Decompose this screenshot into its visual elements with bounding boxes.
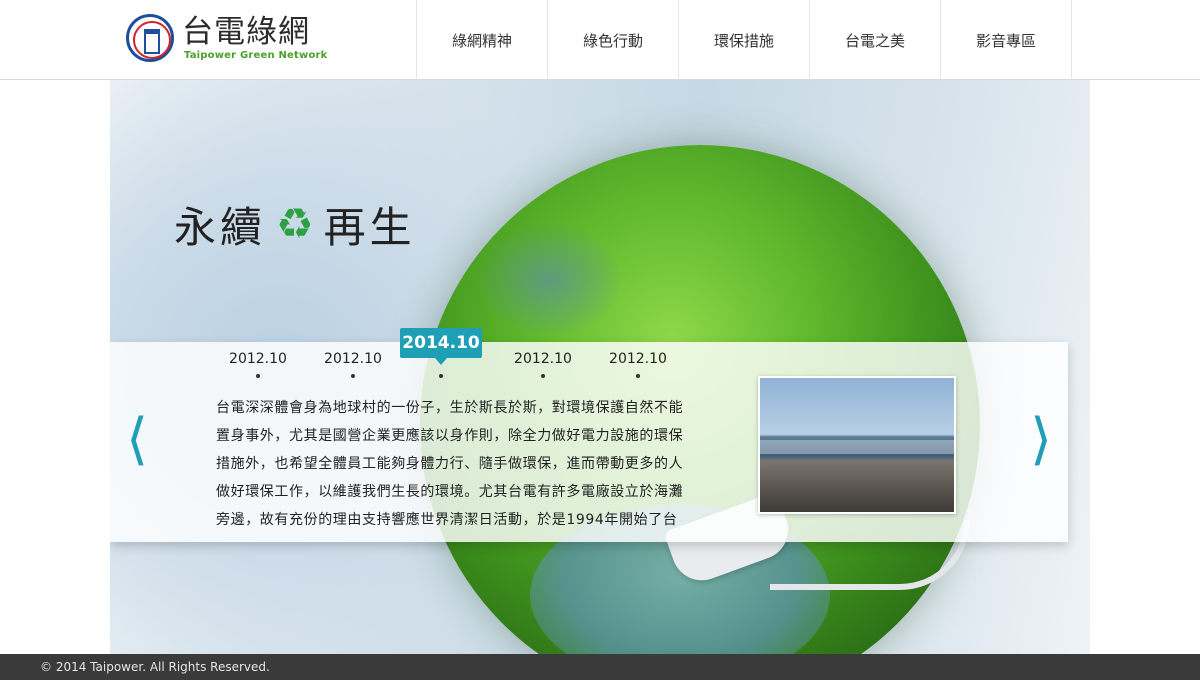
nav-item-green-spirit[interactable]: 綠網精神 [417,0,548,80]
timeline: 2012.10 2012.10 2014.10 2012.10 2012.10 [218,328,678,382]
article-line: 台電深深體會身為地球村的一份子，生於斯長於斯，對環境保護自然不能 [216,400,684,416]
next-arrow-icon[interactable]: ⟩ [1026,400,1056,480]
nav-item-beauty-of-taipower[interactable]: 台電之美 [810,0,941,80]
logo-subtitle: Taipower Green Network [184,50,328,61]
info-band: 2012.10 2012.10 2014.10 2012.10 2012.10 … [110,328,1068,542]
timeline-date-active: 2014.10 [402,333,480,353]
timeline-item[interactable]: 2012.10 [503,350,583,380]
timeline-dot [636,374,640,378]
hero-banner: 永續 ♻ 再生 2012.10 2012.10 2014.10 2012.10 [110,80,1090,654]
logo-title: 台電綠網 [182,14,310,50]
timeline-item[interactable]: 2012.10 [313,350,393,380]
timeline-item[interactable]: 2012.10 [598,350,678,380]
recycle-icon: ♻ [276,199,314,248]
timeline-dot [541,374,545,378]
article-line: 措施外，也希望全體員工能夠身體力行、隨手做環保，進而帶動更多的人 [216,456,684,472]
timeline-item-active[interactable]: 2014.10 [400,328,482,365]
site-header: 台電綠網 Taipower Green Network 綠網精神 綠色行動 環保… [0,0,1200,80]
prev-arrow-icon[interactable]: ⟨ [122,400,152,480]
article-line: 旁邊，故有充份的理由支持響應世界清潔日活動，於是1994年開始了台 [216,512,678,528]
timeline-item[interactable]: 2012.10 [218,350,298,380]
timeline-dot [256,374,260,378]
beach-photo[interactable] [758,376,956,514]
hero-tagline: 永續 ♻ 再生 [174,194,416,254]
taipower-emblem-icon [126,14,174,62]
timeline-date: 2012.10 [514,351,572,367]
timeline-dot [439,374,443,378]
copyright-text: © 2014 Taipower. All Rights Reserved. [40,660,270,674]
article-line: 置身事外，尤其是國營企業更應該以身作則，除全力做好電力設施的環保 [216,428,684,444]
timeline-date: 2012.10 [324,351,382,367]
article-excerpt: 台電深深體會身為地球村的一份子，生於斯長於斯，對環境保護自然不能 置身事外，尤其… [216,394,726,534]
site-logo[interactable]: 台電綠網 Taipower Green Network [126,12,328,64]
nav-item-green-action[interactable]: 綠色行動 [548,0,679,80]
timeline-dot [351,374,355,378]
nav-item-environmental-measures[interactable]: 環保措施 [679,0,810,80]
timeline-date: 2012.10 [229,351,287,367]
main-nav: 綠網精神 綠色行動 環保措施 台電之美 影音專區 [416,0,1072,80]
tagline-right: 再生 [323,202,416,252]
tagline-left: 永續 [174,202,267,252]
article-line: 做好環保工作，以維護我們生長的環境。尤其台電有許多電廠設立於海灘 [216,484,684,500]
nav-item-media-zone[interactable]: 影音專區 [941,0,1072,80]
site-footer: © 2014 Taipower. All Rights Reserved. [0,654,1200,680]
timeline-date: 2012.10 [609,351,667,367]
